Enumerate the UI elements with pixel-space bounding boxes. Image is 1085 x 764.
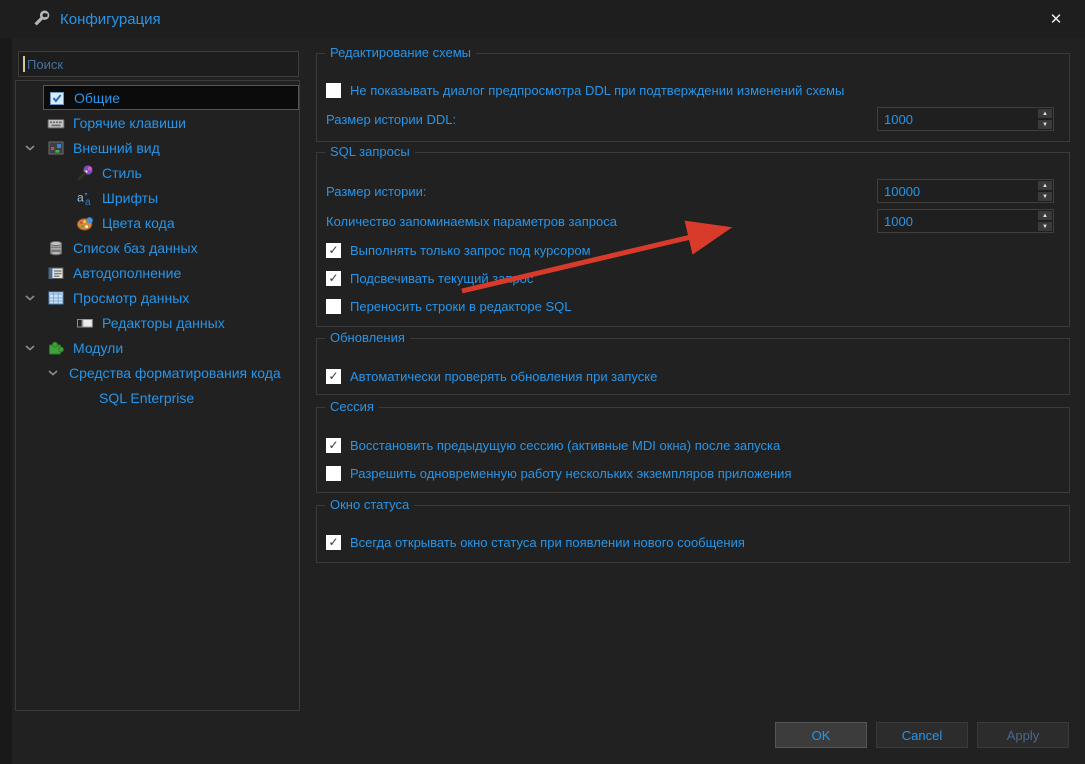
tree-item-hotkeys[interactable]: Горячие клавиши bbox=[16, 110, 299, 135]
tree-item-modules[interactable]: Модули bbox=[16, 335, 299, 360]
fonts-icon: a a bbox=[76, 189, 94, 207]
modules-puzzle-icon bbox=[47, 339, 65, 357]
ddl-history-size-input[interactable] bbox=[877, 107, 1054, 131]
group-title: Обновления bbox=[325, 330, 410, 346]
checkbox-row-highlight-current[interactable]: Подсвечивать текущий запрос bbox=[326, 264, 1054, 292]
checkbox[interactable] bbox=[326, 535, 341, 550]
group-sql-queries: SQL запросы Размер истории: Количество з… bbox=[316, 152, 1070, 327]
configuration-dialog: Конфигурация ✕ Общие bbox=[0, 0, 1085, 764]
group-session: Сессия Восстановить предыдущую сессию (а… bbox=[316, 407, 1070, 493]
numeric-input[interactable] bbox=[878, 210, 1037, 232]
tree-item-style[interactable]: Стиль bbox=[16, 160, 299, 185]
general-check-icon bbox=[48, 89, 66, 107]
search-box bbox=[18, 51, 299, 77]
data-editors-icon bbox=[76, 314, 94, 332]
search-input[interactable] bbox=[18, 51, 299, 77]
checkbox[interactable] bbox=[326, 438, 341, 453]
checkbox[interactable] bbox=[326, 271, 341, 286]
spin-up-icon[interactable] bbox=[1038, 211, 1052, 220]
chevron-down-icon[interactable] bbox=[25, 345, 35, 351]
chevron-down-icon[interactable] bbox=[48, 370, 58, 376]
tree-item-database-list[interactable]: Список баз данных bbox=[16, 235, 299, 260]
settings-tree: Общие Горячие клавиши bbox=[15, 80, 300, 711]
group-updates: Обновления Автоматически проверять обнов… bbox=[316, 338, 1070, 395]
spin-up-icon[interactable] bbox=[1038, 181, 1052, 190]
chevron-down-icon[interactable] bbox=[25, 145, 35, 151]
field-row-history-size: Размер истории: bbox=[326, 176, 1054, 206]
tree-item-general[interactable]: Общие bbox=[16, 85, 299, 110]
svg-text:a: a bbox=[77, 190, 84, 204]
tree-item-fonts[interactable]: a a Шрифты bbox=[16, 185, 299, 210]
data-view-grid-icon bbox=[47, 289, 65, 307]
style-wand-icon bbox=[76, 164, 94, 182]
code-colors-palette-icon bbox=[76, 214, 94, 232]
wrench-icon bbox=[31, 9, 51, 29]
spin-down-icon[interactable] bbox=[1038, 120, 1052, 129]
titlebar: Конфигурация ✕ bbox=[0, 0, 1085, 38]
spin-down-icon[interactable] bbox=[1038, 222, 1052, 231]
tree-item-sql-enterprise[interactable]: SQL Enterprise bbox=[16, 385, 299, 410]
group-schema-editing: Редактирование схемы Не показывать диало… bbox=[316, 53, 1070, 142]
spin-up-icon[interactable] bbox=[1038, 109, 1052, 118]
left-edge-strip bbox=[0, 38, 12, 764]
checkbox[interactable] bbox=[326, 83, 341, 98]
close-icon[interactable]: ✕ bbox=[1040, 4, 1072, 34]
checkbox-row-restore-session[interactable]: Восстановить предыдущую сессию (активные… bbox=[326, 431, 1054, 459]
checkbox-row-exec-under-cursor[interactable]: Выполнять только запрос под курсором bbox=[326, 236, 1054, 264]
cancel-button[interactable]: Cancel bbox=[876, 722, 968, 748]
tree-item-appearance[interactable]: Внешний вид bbox=[16, 135, 299, 160]
spin-down-icon[interactable] bbox=[1038, 192, 1052, 201]
svg-text:a: a bbox=[85, 197, 91, 207]
checkbox-row-auto-check-updates[interactable]: Автоматически проверять обновления при з… bbox=[326, 362, 1054, 390]
checkbox-row-always-open-status[interactable]: Всегда открывать окно статуса при появле… bbox=[326, 528, 1054, 556]
checkbox-row-ddl-preview[interactable]: Не показывать диалог предпросмотра DDL п… bbox=[326, 76, 1054, 104]
history-size-input[interactable] bbox=[877, 179, 1054, 203]
field-row-params-count: Количество запоминаемых параметров запро… bbox=[326, 206, 1054, 236]
autocomplete-icon bbox=[47, 264, 65, 282]
database-icon bbox=[47, 239, 65, 257]
tree-item-code-colors[interactable]: Цвета кода bbox=[16, 210, 299, 235]
numeric-input[interactable] bbox=[878, 108, 1037, 130]
tree-item-code-formatting[interactable]: Средства форматирования кода bbox=[16, 360, 299, 385]
group-title: SQL запросы bbox=[325, 144, 415, 160]
text-caret bbox=[23, 56, 25, 72]
tree-item-data-view[interactable]: Просмотр данных bbox=[16, 285, 299, 310]
group-title: Окно статуса bbox=[325, 497, 414, 513]
params-count-input[interactable] bbox=[877, 209, 1054, 233]
group-title: Сессия bbox=[325, 399, 379, 415]
checkbox[interactable] bbox=[326, 369, 341, 384]
ok-button[interactable]: OK bbox=[775, 722, 867, 748]
chevron-down-icon[interactable] bbox=[25, 295, 35, 301]
tree-item-autocomplete[interactable]: Автодополнение bbox=[16, 260, 299, 285]
tree-item-data-editors[interactable]: Редакторы данных bbox=[16, 310, 299, 335]
apply-button[interactable]: Apply bbox=[977, 722, 1069, 748]
appearance-icon bbox=[47, 139, 65, 157]
checkbox[interactable] bbox=[326, 243, 341, 258]
field-row-ddl-history: Размер истории DDL: bbox=[326, 104, 1054, 134]
checkbox-row-multi-instance[interactable]: Разрешить одновременную работу нескольки… bbox=[326, 459, 1054, 488]
keyboard-icon bbox=[47, 114, 65, 132]
checkbox-row-wrap-lines[interactable]: Переносить строки в редакторе SQL bbox=[326, 292, 1054, 320]
group-title: Редактирование схемы bbox=[325, 45, 476, 61]
numeric-input[interactable] bbox=[878, 180, 1037, 202]
checkbox[interactable] bbox=[326, 299, 341, 314]
group-status-window: Окно статуса Всегда открывать окно стату… bbox=[316, 505, 1070, 563]
checkbox[interactable] bbox=[326, 466, 341, 481]
dialog-title: Конфигурация bbox=[60, 11, 161, 28]
